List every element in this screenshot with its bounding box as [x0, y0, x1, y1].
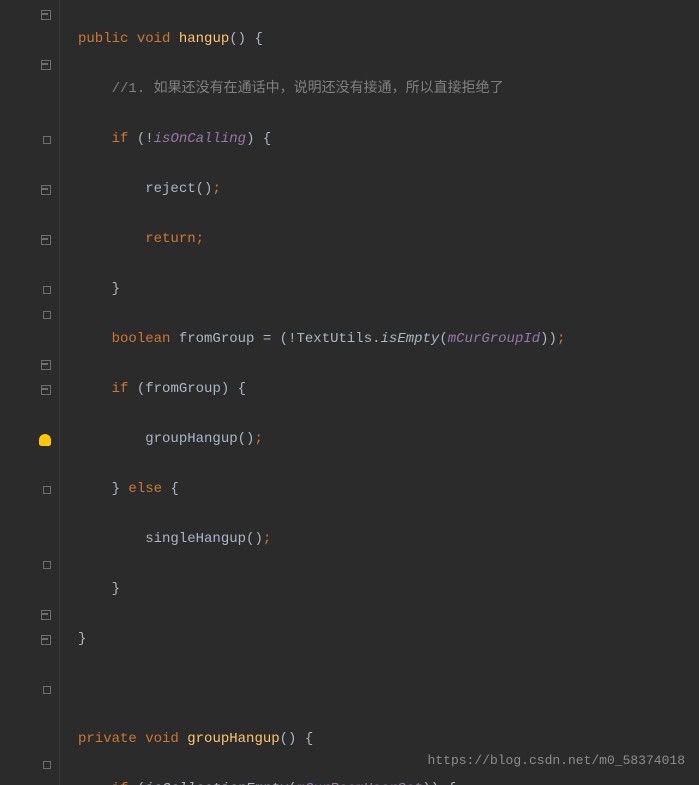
fold-icon[interactable] [41, 385, 51, 395]
method-call: singleHangup [145, 531, 246, 547]
fold-icon[interactable] [41, 235, 51, 245]
static-method: isEmpty [381, 331, 440, 347]
block-icon [43, 311, 51, 319]
keyword: void [145, 731, 179, 747]
block-icon [43, 686, 51, 694]
fold-icon[interactable] [41, 360, 51, 370]
variable: fromGroup [145, 381, 221, 397]
keyword: boolean [112, 331, 171, 347]
fold-icon[interactable] [41, 60, 51, 70]
fold-icon[interactable] [41, 185, 51, 195]
method-name: hangup [179, 31, 229, 47]
block-icon [43, 286, 51, 294]
fold-icon[interactable] [41, 610, 51, 620]
field-ref: mCurGroupId [448, 331, 540, 347]
code-editor: public void hangup() { //1. 如果还没有在通话中，说明… [0, 0, 699, 785]
code-content[interactable]: public void hangup() { //1. 如果还没有在通话中，说明… [60, 0, 699, 785]
fold-icon[interactable] [41, 635, 51, 645]
variable: fromGroup [179, 331, 255, 347]
class-ref: TextUtils [296, 331, 372, 347]
block-icon [43, 486, 51, 494]
keyword: else [128, 481, 162, 497]
fold-icon[interactable] [41, 10, 51, 20]
field-ref: mCurRoomUserSet [296, 781, 422, 785]
keyword: if [112, 781, 129, 785]
keyword: public [78, 31, 128, 47]
gutter [0, 0, 60, 785]
method-name: groupHangup [187, 731, 279, 747]
keyword: if [112, 381, 129, 397]
field-ref: isOnCalling [154, 131, 246, 147]
keyword: if [112, 131, 129, 147]
method-call: groupHangup [145, 431, 237, 447]
watermark: https://blog.csdn.net/m0_58374018 [428, 748, 685, 773]
keyword: void [137, 31, 171, 47]
lightbulb-icon[interactable] [39, 434, 51, 446]
block-icon [43, 561, 51, 569]
keyword: return [145, 231, 195, 247]
block-icon [43, 136, 51, 144]
block-icon [43, 761, 51, 769]
static-method: isCollectionEmpty [145, 781, 288, 785]
method-call: reject [145, 181, 195, 197]
keyword: private [78, 731, 137, 747]
comment: //1. 如果还没有在通话中，说明还没有接通，所以直接拒绝了 [112, 81, 504, 97]
